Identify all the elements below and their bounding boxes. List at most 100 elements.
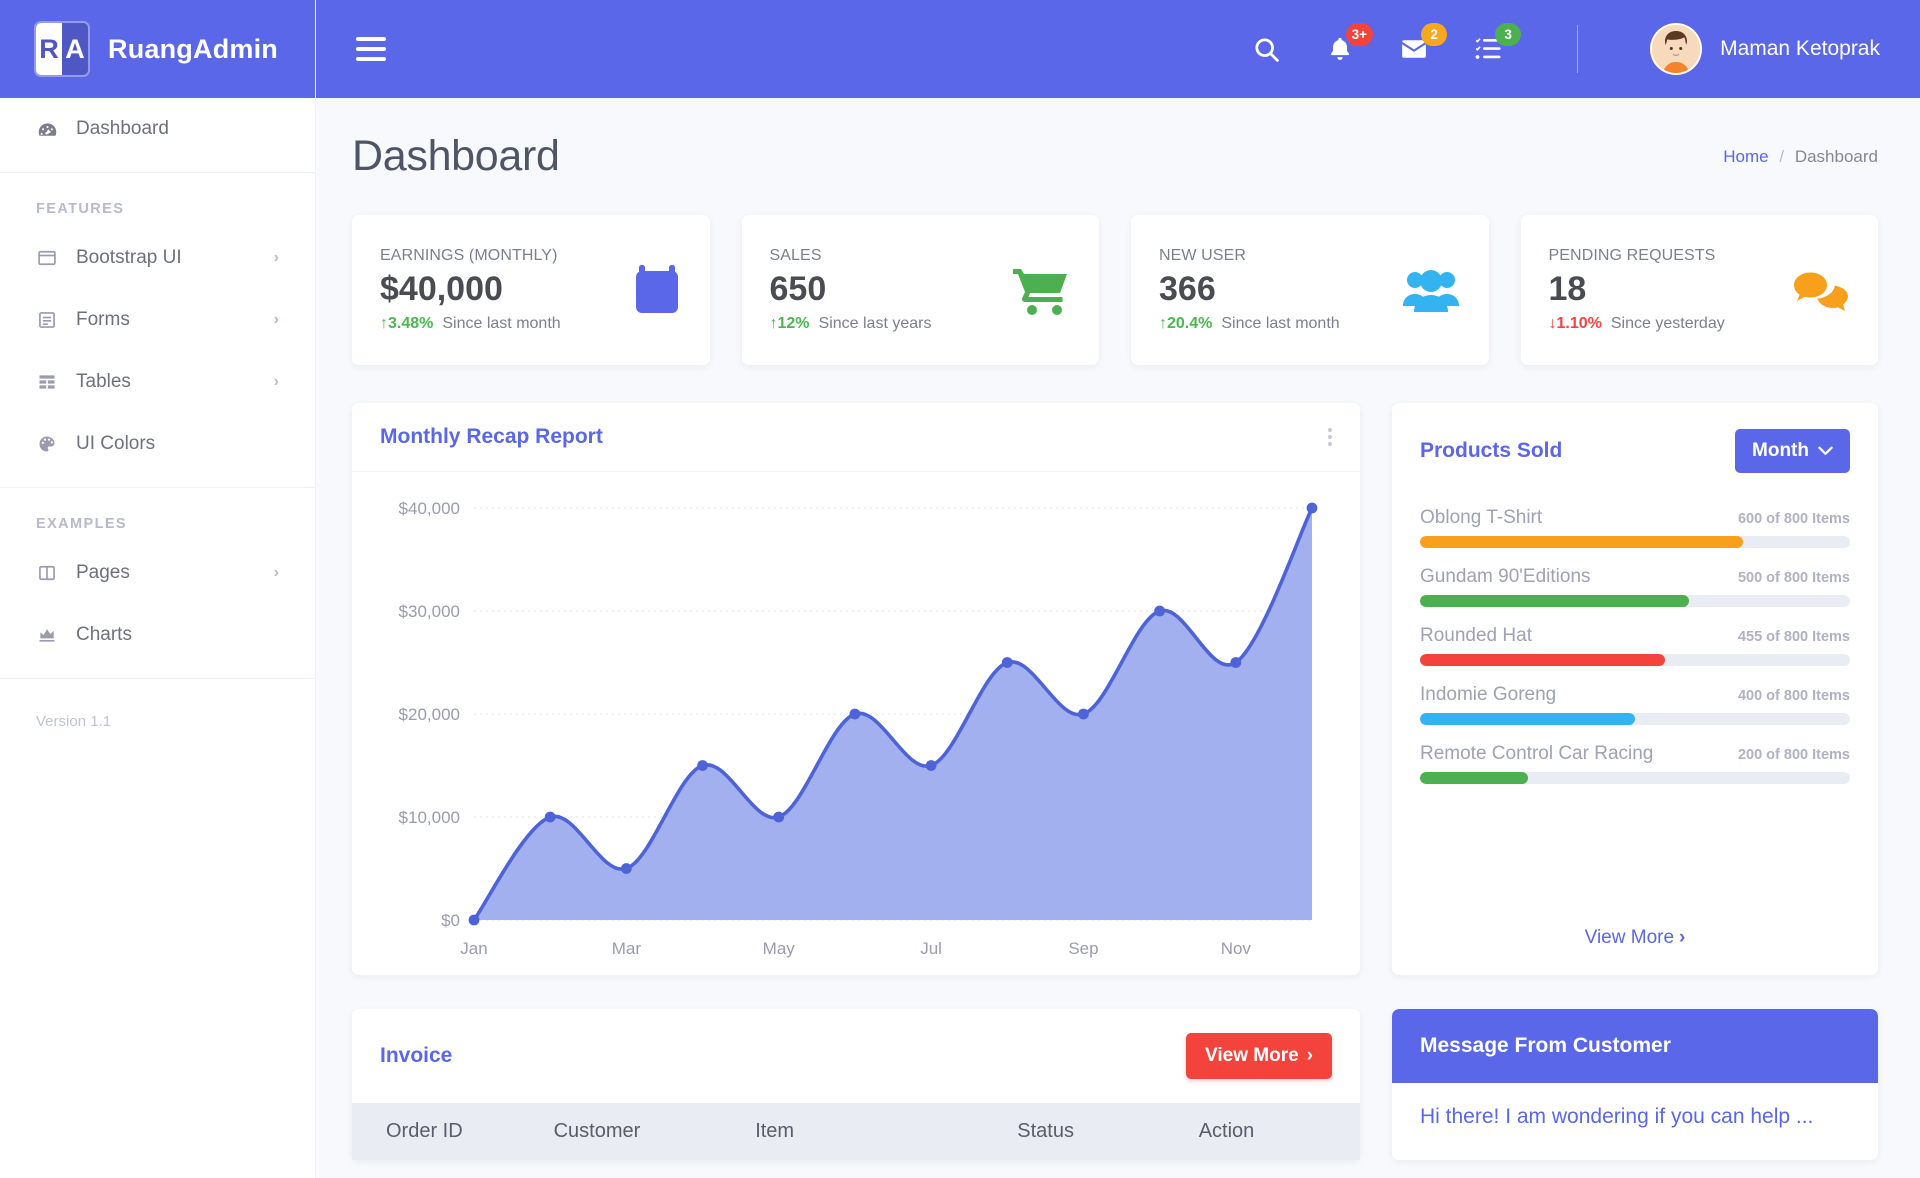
breadcrumb-home[interactable]: Home: [1723, 147, 1768, 166]
stat-card-new-user: NEW USER 366 ↑20.4% Since last month: [1131, 215, 1489, 365]
invoice-view-more-label: View More: [1205, 1045, 1299, 1066]
hamburger-icon[interactable]: [350, 28, 392, 70]
sidebar-item-tables[interactable]: Tables ›: [0, 351, 315, 413]
svg-text:Jul: Jul: [920, 939, 942, 958]
stat-card-text: PENDING REQUESTS 18 ↓1.10% Since yesterd…: [1549, 247, 1725, 332]
invoice-title: Invoice: [380, 1044, 453, 1067]
sidebar-item-dashboard-label: Dashboard: [76, 118, 169, 139]
tasks-icon[interactable]: 3: [1471, 23, 1522, 66]
invoice-table-head: Order ID Customer Item Status Action: [352, 1103, 1360, 1160]
sidebar: R A RuangAdmin Dashboard FEATURES Bootst…: [0, 0, 316, 1178]
column-action: Action: [1198, 1103, 1360, 1160]
message-title: Message From Customer: [1420, 1034, 1671, 1057]
message-preview[interactable]: Hi there! I am wondering if you can help…: [1420, 1105, 1850, 1129]
stat-delta-pct: ↑12%: [769, 314, 810, 332]
topbar-icons: 3+ 2 3 Maman Ketoprak: [1249, 23, 1880, 75]
products-sold-header: Products Sold Month: [1392, 403, 1878, 483]
svg-text:$20,000: $20,000: [399, 705, 460, 724]
app-root: R A RuangAdmin Dashboard FEATURES Bootst…: [0, 0, 1920, 1178]
progress-fill: [1420, 772, 1528, 784]
product-count: 600 of 800 Items: [1737, 511, 1850, 527]
kebab-menu-icon[interactable]: [1328, 428, 1332, 446]
svg-text:Nov: Nov: [1221, 939, 1252, 958]
breadcrumb-current: Dashboard: [1794, 146, 1878, 166]
sidebar-item-charts[interactable]: Charts: [0, 604, 315, 666]
calendar-icon: [634, 265, 680, 315]
sidebar-item-bootstrap-ui[interactable]: Bootstrap UI ›: [0, 227, 315, 289]
products-list: Oblong T-Shirt 600 of 800 Items Gundam 9…: [1392, 483, 1878, 907]
sidebar-item-pages-label: Pages: [76, 562, 130, 583]
logo-letter-a: A: [62, 23, 88, 75]
stat-card-text: NEW USER 366 ↑20.4% Since last month: [1159, 247, 1340, 332]
monthly-recap-card: Monthly Recap Report $0 $10,000 $20,000 $30…: [352, 403, 1360, 975]
sidebar-heading-features: FEATURES: [36, 201, 125, 217]
sidebar-divider-1: [0, 172, 315, 173]
sidebar-item-dashboard[interactable]: Dashboard: [0, 98, 315, 160]
stat-card-text: EARNINGS (MONTHLY) $40,000 ↑3.48% Since …: [380, 247, 561, 332]
invoice-view-more-button[interactable]: View More ›: [1186, 1033, 1332, 1079]
column-item: Item: [755, 1103, 1018, 1160]
sidebar-item-forms[interactable]: Forms ›: [0, 289, 315, 351]
product-item: Oblong T-Shirt 600 of 800 Items: [1420, 507, 1850, 548]
stat-value: 650: [769, 270, 827, 309]
stat-card-pending-requests: PENDING REQUESTS 18 ↓1.10% Since yesterd…: [1520, 215, 1878, 365]
products-sold-title: Products Sold: [1420, 439, 1563, 462]
products-view-more-link[interactable]: View More ›: [1392, 907, 1878, 975]
shopping-cart-icon: [1013, 265, 1069, 315]
product-name: Rounded Hat: [1420, 625, 1532, 646]
stat-delta: ↑12% Since last years: [770, 315, 932, 333]
sidebar-item-pages[interactable]: Pages ›: [0, 542, 315, 604]
bell-icon[interactable]: 3+: [1323, 23, 1374, 66]
page-header: Dashboard Home / Dashboard: [352, 132, 1878, 181]
sidebar-item-bootstrap-ui-label: Bootstrap UI: [76, 247, 182, 268]
row-invoice-message: Invoice View More › Order ID Customer It…: [352, 1009, 1878, 1160]
message-card: Message From Customer Hi there! I am won…: [1392, 1009, 1878, 1160]
chevron-down-icon: [1818, 446, 1833, 455]
area-chart: $0 $10,000 $20,000 $30,000 $40,000 Jan Mar May J…: [399, 499, 1318, 958]
progress-track: [1420, 713, 1850, 725]
user-name: Maman Ketoprak: [1720, 37, 1880, 60]
brand-logo-icon: R A: [36, 23, 88, 75]
stat-delta: ↑3.48% Since last month: [380, 315, 561, 333]
sidebar-item-ui-colors[interactable]: UI Colors: [0, 413, 315, 475]
stat-delta-since: Since yesterday: [1610, 314, 1725, 332]
product-item-head: Rounded Hat 455 of 800 Items: [1420, 625, 1850, 647]
product-item: Indomie Goreng 400 of 800 Items: [1420, 684, 1850, 725]
message-header: Message From Customer: [1392, 1009, 1878, 1083]
chevron-right-icon: ›: [273, 249, 279, 266]
product-name: Remote Control Car Racing: [1420, 743, 1654, 764]
chevron-right-icon: ›: [1306, 1045, 1313, 1066]
envelope-icon[interactable]: 2: [1397, 23, 1448, 66]
users-icon: [1402, 268, 1459, 312]
brand-name: RuangAdmin: [108, 33, 278, 64]
sidebar-item-forms-label: Forms: [76, 309, 130, 330]
search-icon[interactable]: [1249, 32, 1283, 66]
product-item: Rounded Hat 455 of 800 Items: [1420, 625, 1850, 666]
stat-caption: SALES: [769, 247, 822, 265]
month-filter-button[interactable]: Month: [1735, 429, 1850, 473]
progress-fill: [1420, 713, 1635, 725]
chevron-right-icon: ›: [273, 373, 279, 390]
svg-text:$10,000: $10,000: [399, 808, 460, 827]
stat-delta-pct: ↑3.48%: [380, 314, 434, 332]
user-menu[interactable]: Maman Ketoprak: [1650, 23, 1880, 75]
chevron-right-icon: ›: [273, 564, 279, 581]
column-order-id: Order ID: [352, 1103, 554, 1160]
column-status: Status: [1017, 1103, 1199, 1160]
content-area: Dashboard Home / Dashboard EARNINGS (MON…: [316, 98, 1920, 1178]
stat-delta-pct: ↓1.10%: [1548, 314, 1602, 332]
invoice-header-row: Order ID Customer Item Status Action: [352, 1103, 1360, 1160]
invoice-header: Invoice View More ›: [352, 1009, 1360, 1103]
product-name: Indomie Goreng: [1420, 684, 1557, 705]
progress-fill: [1420, 595, 1689, 607]
brand-header[interactable]: R A RuangAdmin: [0, 0, 315, 98]
svg-text:May: May: [763, 939, 796, 958]
product-name: Oblong T-Shirt: [1420, 507, 1543, 528]
product-item-head: Indomie Goreng 400 of 800 Items: [1420, 684, 1850, 706]
product-count: 400 of 800 Items: [1737, 688, 1850, 704]
stat-caption: PENDING REQUESTS: [1548, 247, 1716, 265]
product-item-head: Gundam 90'Editions 500 of 800 Items: [1420, 566, 1850, 588]
product-count: 500 of 800 Items: [1737, 570, 1850, 586]
sidebar-divider-3: [0, 678, 315, 679]
progress-track: [1420, 772, 1850, 784]
